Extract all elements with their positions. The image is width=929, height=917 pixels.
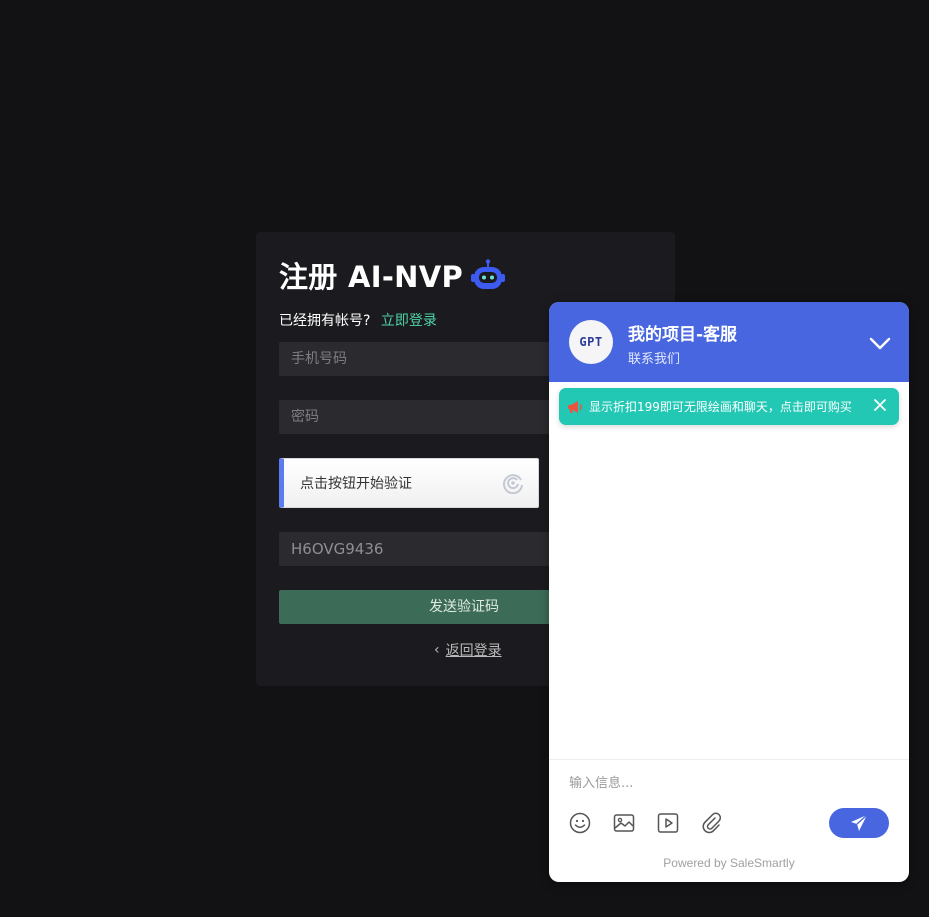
message-input[interactable]	[569, 772, 869, 794]
have-account-row: 已经拥有帐号? 立即登录	[279, 310, 437, 330]
chat-toolbar	[569, 812, 745, 834]
login-link[interactable]: 立即登录	[381, 313, 437, 329]
have-account-label: 已经拥有帐号?	[279, 313, 371, 329]
chat-input-area: Powered by SaleSmartly	[549, 759, 909, 882]
chat-subtitle: 联系我们	[628, 352, 681, 367]
chevron-down-icon[interactable]	[867, 330, 893, 356]
image-icon[interactable]	[613, 812, 635, 834]
video-icon[interactable]	[657, 812, 679, 834]
paperclip-icon[interactable]	[701, 812, 723, 834]
chevron-left-icon: ‹	[434, 642, 440, 658]
captcha-button[interactable]: 点击按钮开始验证	[279, 458, 539, 508]
title-row: 注册 AI-NVP	[279, 254, 506, 296]
promo-notice[interactable]: 显示折扣199即可无限绘画和聊天，点击即可购买	[559, 388, 899, 425]
chat-title: 我的项目-客服	[628, 325, 738, 345]
megaphone-icon	[568, 400, 582, 413]
send-icon	[851, 814, 868, 831]
page-title: 注册 AI-NVP	[279, 260, 464, 294]
emoji-icon[interactable]	[569, 812, 591, 834]
robot-icon	[471, 259, 506, 289]
avatar: GPT	[569, 320, 613, 364]
back-to-login[interactable]: ‹ 返回登录	[434, 640, 502, 660]
promo-notice-text: 显示折扣199即可无限绘画和聊天，点击即可购买	[589, 400, 852, 414]
back-to-login-label: 返回登录	[445, 643, 502, 659]
close-icon[interactable]	[873, 398, 887, 412]
captcha-label: 点击按钮开始验证	[300, 476, 412, 492]
captcha-refresh-icon	[503, 474, 523, 494]
powered-by: Powered by SaleSmartly	[663, 856, 795, 870]
chat-header: GPT 我的项目-客服 联系我们	[549, 302, 909, 382]
chat-widget: GPT 我的项目-客服 联系我们 显示折扣199即可无限绘画和聊天，点击即可购买	[549, 302, 909, 882]
send-button[interactable]	[829, 808, 889, 838]
